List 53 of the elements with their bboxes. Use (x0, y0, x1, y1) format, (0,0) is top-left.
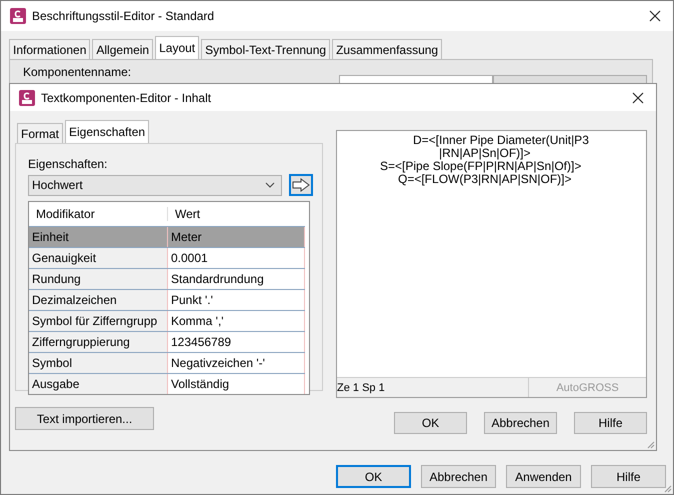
table-cell: 123456789 (168, 332, 305, 352)
dialog-button[interactable]: OK (394, 412, 467, 434)
table-cell: Standardrundung (168, 269, 305, 289)
text-editor[interactable]: D=<[Inner Pipe Diameter(Unit|P3 |RN|AP|Sn|OF)]> S=<[Pipe Slope(FP|P|RN|AP|Sn|Of)]> Q=<[FLOW(P3|RN|AP|SN|OF)]> Ze 1 Sp 1 AutoGROSS (336, 130, 647, 398)
table-row[interactable]: Symbol Negativzeichen '-' (29, 352, 305, 373)
dialog-button[interactable]: Hilfe (574, 412, 647, 434)
field-label: Komponentenname: (23, 65, 132, 79)
resize-grip-icon (645, 439, 655, 449)
table-row[interactable]: Zifferngruppierung 123456789 (29, 331, 305, 352)
table-row[interactable]: Rundung Standardrundung (29, 268, 305, 289)
tab[interactable]: Allgemein (92, 39, 154, 59)
app-icon (19, 90, 35, 106)
app-icon (10, 8, 26, 24)
tab[interactable]: Informationen (9, 39, 90, 59)
table-cell: Vollständig (168, 374, 305, 394)
dialog-button[interactable]: OK (336, 465, 411, 488)
text-line: Q=<[FLOW(P3|RN|AP|SN|OF)]> (398, 173, 572, 186)
text-line: S=<[Pipe Slope(FP|P|RN|AP|Sn|Of)]> (379, 160, 582, 173)
close-icon[interactable] (649, 10, 661, 22)
dialog-button[interactable]: Abbrechen (421, 465, 496, 488)
table-cell: Negativzeichen '-' (168, 353, 305, 373)
dialog-title: Textkomponenten-Editor - Inhalt (41, 90, 212, 104)
tab[interactable]: Format (17, 123, 64, 143)
table-cell: 0.0001 (168, 248, 305, 268)
table-cell: Komma ',' (168, 311, 305, 331)
text-line: |RN|AP|Sn|OF)]> (439, 147, 530, 160)
field-label: Eigenschaften: (28, 157, 108, 171)
window-title: Beschriftungsstil-Editor - Standard (32, 9, 214, 23)
tab[interactable]: Eigenschaften (65, 120, 150, 143)
close-icon[interactable] (632, 92, 644, 104)
cursor-position: Ze 1 Sp 1 (337, 380, 386, 396)
table-row[interactable]: Genauigkeit 0.0001 (29, 247, 305, 268)
chevron-down-icon (265, 182, 275, 188)
table-row[interactable]: Dezimalzeichen Punkt '.' (29, 289, 305, 310)
table-row[interactable]: Einheit Meter (29, 226, 305, 247)
column-header[interactable]: Wert (168, 207, 200, 221)
tab[interactable]: Symbol-Text-Trennung (201, 39, 330, 59)
dialog-button[interactable]: Anwenden (506, 465, 581, 488)
dialog-button[interactable]: Hilfe (591, 465, 666, 488)
text-line: D=<[Inner Pipe Diameter(Unit|P3 (412, 134, 590, 147)
properties-dropdown[interactable]: Hochwert (28, 174, 282, 196)
tab[interactable]: Layout (155, 36, 200, 59)
column-header[interactable]: Modifikator (29, 207, 168, 221)
arrow-right-icon (292, 178, 310, 192)
table-cell: Punkt '.' (168, 290, 305, 310)
dialog-button[interactable]: Abbrechen (484, 412, 557, 434)
insert-button[interactable] (289, 174, 313, 196)
table-row[interactable]: Ausgabe Vollständig (29, 373, 305, 394)
resize-grip-icon (662, 483, 672, 493)
tab[interactable]: Zusammenfassung (332, 39, 442, 59)
caps-indicator: AutoGROSS (528, 378, 646, 397)
import-text-button[interactable]: Text importieren... (15, 407, 154, 430)
table-row[interactable]: Symbol für Zifferngrupp Komma ',' (29, 310, 305, 331)
